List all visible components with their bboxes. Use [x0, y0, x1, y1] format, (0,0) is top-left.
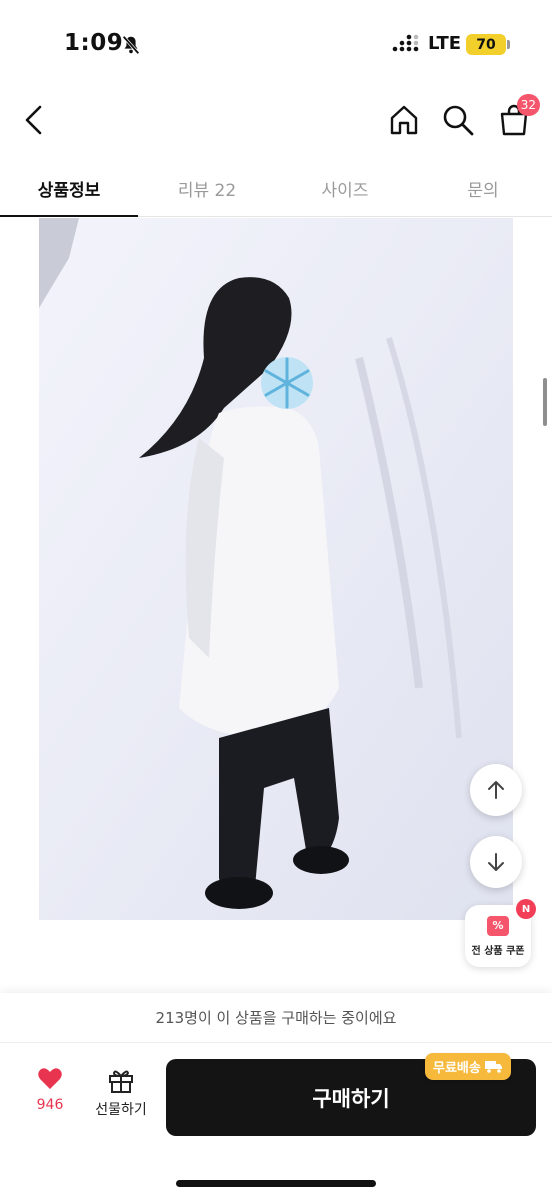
all-products-coupon-button[interactable]: % 전 상품 쿠폰 N	[465, 899, 536, 967]
cart-count-badge: 32	[516, 94, 540, 116]
page-scrollbar[interactable]	[543, 378, 547, 426]
free-shipping-label: 무료배송	[433, 1061, 481, 1076]
purchase-bar: 213명이 이 상품을 구매하는 중이에요 946 선물하기 구매하기	[0, 993, 552, 1200]
gift-icon	[109, 1070, 133, 1093]
search-icon	[443, 105, 474, 136]
battery-indicator: 70	[466, 34, 506, 55]
tab-product-info[interactable]: 상품정보	[0, 160, 138, 217]
home-button[interactable]	[384, 100, 424, 140]
buying-now-notice: 213명이 이 상품을 구매하는 중이에요	[0, 993, 552, 1043]
truck-icon	[484, 1061, 502, 1073]
battery-level: 70	[476, 36, 496, 53]
tab-reviews[interactable]: 리뷰 22	[138, 160, 276, 216]
product-photo	[39, 218, 513, 920]
status-time: 1:09	[64, 30, 124, 56]
like-button[interactable]: 946	[22, 1067, 78, 1113]
gift-label: 선물하기	[95, 1102, 147, 1118]
status-bar: 1:09 LTE 70	[0, 0, 552, 80]
cart-button[interactable]: 32	[494, 94, 540, 140]
search-button[interactable]	[438, 100, 478, 140]
gift-button[interactable]: 선물하기	[88, 1067, 154, 1119]
home-icon	[390, 105, 418, 135]
product-detail-screen: 1:09 LTE 70 32 상품정보 리뷰 22 사이즈 문의 % 전 상품 …	[0, 0, 552, 1200]
top-nav: 32	[0, 90, 552, 150]
bell-muted-icon	[122, 35, 140, 55]
product-photo-illustration	[39, 218, 513, 920]
back-button[interactable]	[14, 100, 54, 140]
tab-size[interactable]: 사이즈	[276, 160, 414, 216]
like-count: 946	[36, 1097, 64, 1113]
product-tabs: 상품정보 리뷰 22 사이즈 문의	[0, 160, 552, 217]
scroll-down-button[interactable]	[470, 836, 522, 888]
coupon-new-badge: N	[516, 899, 536, 919]
scroll-up-button[interactable]	[470, 764, 522, 816]
tab-inquiry[interactable]: 문의	[414, 160, 552, 216]
chevron-left-icon	[25, 105, 42, 135]
arrow-down-icon	[488, 853, 504, 871]
signal-icon	[392, 34, 419, 52]
heart-icon	[38, 1068, 62, 1089]
network-type: LTE	[428, 33, 462, 54]
home-indicator[interactable]	[176, 1180, 376, 1187]
free-shipping-badge: 무료배송	[425, 1053, 511, 1080]
arrow-up-icon	[488, 781, 504, 799]
coupon-label: 전 상품 쿠폰	[471, 945, 525, 957]
battery-cap	[507, 40, 510, 49]
coupon-icon: %	[487, 915, 509, 936]
